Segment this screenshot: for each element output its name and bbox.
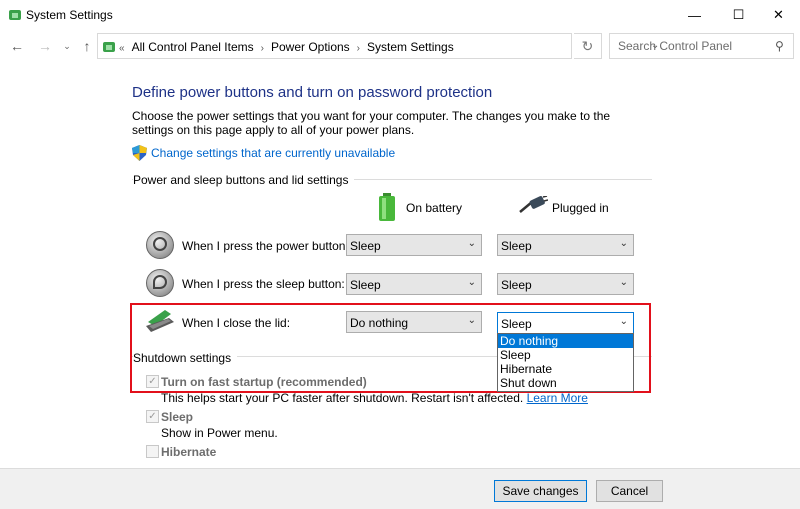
chevron-right-icon[interactable]: › [261,43,264,54]
address-bar[interactable]: « All Control Panel Items › Power Options › S… [97,33,659,59]
uac-shield-icon [132,145,147,161]
search-icon[interactable]: ⚲ [775,39,784,53]
chevron-down-icon: ⌄ [467,277,476,288]
page-description: Choose the power settings that you want … [132,109,611,137]
minimize-button[interactable]: — [672,0,717,30]
close-button[interactable]: ✕ [756,0,800,30]
bottom-button-bar: Save changes Cancel [0,468,800,509]
fast-startup-description: This helps start your PC faster after sh… [161,391,588,405]
back-arrow-icon[interactable]: ← [8,38,26,54]
hibernate-checkbox[interactable] [146,445,159,458]
battery-icon [379,193,395,221]
section-label-power: Power and sleep buttons and lid settings [133,173,355,187]
power-plug-icon [519,196,548,213]
option-hibernate[interactable]: Hibernate [498,362,633,376]
learn-more-link[interactable]: Learn More [527,391,588,405]
change-settings-link[interactable]: Change settings that are currently unava… [151,146,395,160]
power-button-battery-select[interactable]: Sleep ⌄ [346,234,482,256]
page-title: Define power buttons and turn on passwor… [132,84,493,101]
title-bar: System Settings — ☐ ✕ [0,0,800,30]
refresh-icon[interactable]: ↻ [574,33,602,59]
breadcrumb-item-power-options[interactable]: Power Options [271,40,350,54]
column-header-plugged-in: Plugged in [552,201,609,215]
sleep-description: Show in Power menu. [161,426,278,440]
hibernate-label: Hibernate [161,445,217,459]
breadcrumb-item-all-control-panel-items[interactable]: All Control Panel Items [132,40,254,54]
row-label-sleep-button: When I press the sleep button: [182,277,345,291]
sleep-button-battery-select[interactable]: Sleep ⌄ [346,273,482,295]
chevron-double-icon: « [119,43,125,54]
maximize-button[interactable]: ☐ [716,0,761,30]
sleep-button-icon [146,269,174,297]
recent-locations-chevron-icon[interactable]: ⌄ [58,38,76,54]
power-button-icon [146,231,174,259]
option-sleep[interactable]: Sleep [498,348,633,362]
chevron-down-icon: ⌄ [619,277,628,288]
up-arrow-icon[interactable]: ↑ [78,38,96,54]
main-content: Define power buttons and turn on passwor… [0,62,800,509]
chevron-down-icon: ⌄ [619,238,628,249]
option-do-nothing[interactable]: Do nothing [498,334,633,348]
column-header-on-battery: On battery [406,201,463,215]
forward-arrow-icon[interactable]: → [36,38,54,54]
close-lid-options-list: Do nothing Sleep Hibernate Shut down [497,333,634,392]
power-button-plugged-select[interactable]: Sleep ⌄ [497,234,634,256]
navigation-bar: ← → ⌄ ↑ « All Control Panel Items › Power O… [0,30,800,62]
search-input[interactable] [610,34,770,58]
breadcrumb: « All Control Panel Items › Power Options › S… [119,40,454,54]
sleep-checkbox[interactable]: ✓ [146,410,159,423]
option-shut-down[interactable]: Shut down [498,376,633,390]
cancel-button[interactable]: Cancel [596,480,663,502]
search-box: ⚲ [609,33,794,59]
sleep-button-plugged-select[interactable]: Sleep ⌄ [497,273,634,295]
row-label-power-button: When I press the power button: [182,239,349,253]
save-changes-button[interactable]: Save changes [494,480,587,502]
control-panel-icon [9,10,21,20]
control-panel-icon [103,42,115,52]
window-title: System Settings [26,8,113,22]
sleep-label: Sleep [161,410,194,424]
chevron-down-icon: ⌄ [467,238,476,249]
chevron-right-icon[interactable]: › [357,43,360,54]
breadcrumb-item-system-settings[interactable]: System Settings [367,40,454,54]
